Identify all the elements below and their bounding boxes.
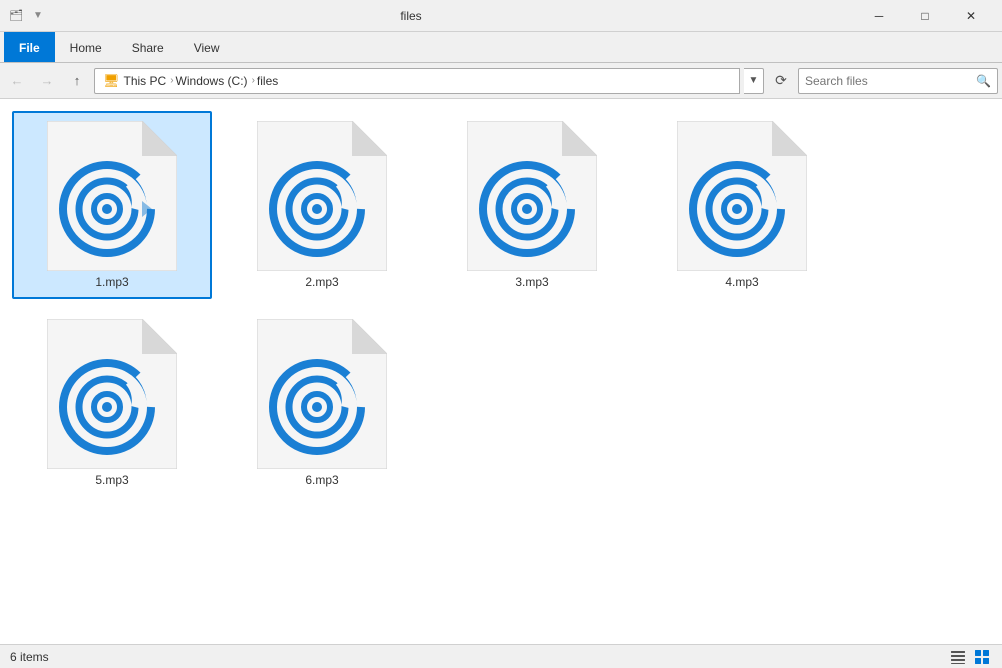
address-dropdown[interactable]: ▼	[744, 68, 764, 94]
search-icon: 🔍	[976, 74, 991, 88]
item-count: 6 items	[10, 650, 49, 664]
file-icon-4	[677, 121, 807, 271]
path-folder-icon: 🖥	[103, 73, 120, 89]
up-button[interactable]: ↑	[64, 68, 90, 94]
minimize-button[interactable]: ─	[856, 0, 902, 32]
tab-home[interactable]: Home	[55, 32, 117, 62]
address-path[interactable]: 🖥 This PC › Windows (C:) › files	[94, 68, 740, 94]
main-area: 1.mp3 2.mp3	[0, 99, 1002, 644]
file-label-2: 2.mp3	[305, 275, 338, 289]
breadcrumb-thispc: This PC ›	[124, 74, 176, 88]
file-item-2[interactable]: 2.mp3	[222, 111, 422, 299]
title-bar: 🗂 ▼ files ─ □ ✕	[0, 0, 1002, 32]
address-bar: ← → ↑ 🖥 This PC › Windows (C:) › files ▼…	[0, 63, 1002, 99]
file-label-3: 3.mp3	[515, 275, 548, 289]
refresh-button[interactable]: ⟳	[768, 68, 794, 94]
file-icon-1	[47, 121, 177, 271]
content-area: 1.mp3 2.mp3	[0, 99, 1002, 644]
breadcrumb-folder: files	[257, 74, 278, 88]
status-bar: 6 items	[0, 644, 1002, 668]
file-grid: 1.mp3 2.mp3	[12, 111, 990, 497]
tab-share[interactable]: Share	[117, 32, 179, 62]
breadcrumb-drive: Windows (C:) ›	[176, 74, 257, 88]
details-view-button[interactable]	[948, 647, 968, 667]
view-controls	[948, 647, 992, 667]
tab-view[interactable]: View	[179, 32, 235, 62]
forward-button[interactable]: →	[34, 68, 60, 94]
file-item-1[interactable]: 1.mp3	[12, 111, 212, 299]
tab-file[interactable]: File	[4, 32, 55, 62]
file-label-6: 6.mp3	[305, 473, 338, 487]
maximize-button[interactable]: □	[902, 0, 948, 32]
large-icons-view-button[interactable]	[972, 647, 992, 667]
search-box[interactable]: 🔍	[798, 68, 998, 94]
search-input[interactable]	[805, 74, 972, 88]
file-icon-6	[257, 319, 387, 469]
file-label-1: 1.mp3	[95, 275, 128, 289]
file-item-6[interactable]: 6.mp3	[222, 309, 422, 497]
ribbon-tabs: File Home Share View	[0, 32, 1002, 62]
window-controls: ─ □ ✕	[856, 0, 994, 32]
file-icon-3	[467, 121, 597, 271]
file-item-5[interactable]: 5.mp3	[12, 309, 212, 497]
file-icon-5	[47, 319, 177, 469]
ribbon: File Home Share View	[0, 32, 1002, 63]
window-title: files	[0, 9, 856, 23]
file-item-4[interactable]: 4.mp3	[642, 111, 842, 299]
back-button[interactable]: ←	[4, 68, 30, 94]
file-label-5: 5.mp3	[95, 473, 128, 487]
file-label-4: 4.mp3	[725, 275, 758, 289]
close-button[interactable]: ✕	[948, 0, 994, 32]
file-icon-2	[257, 121, 387, 271]
file-item-3[interactable]: 3.mp3	[432, 111, 632, 299]
